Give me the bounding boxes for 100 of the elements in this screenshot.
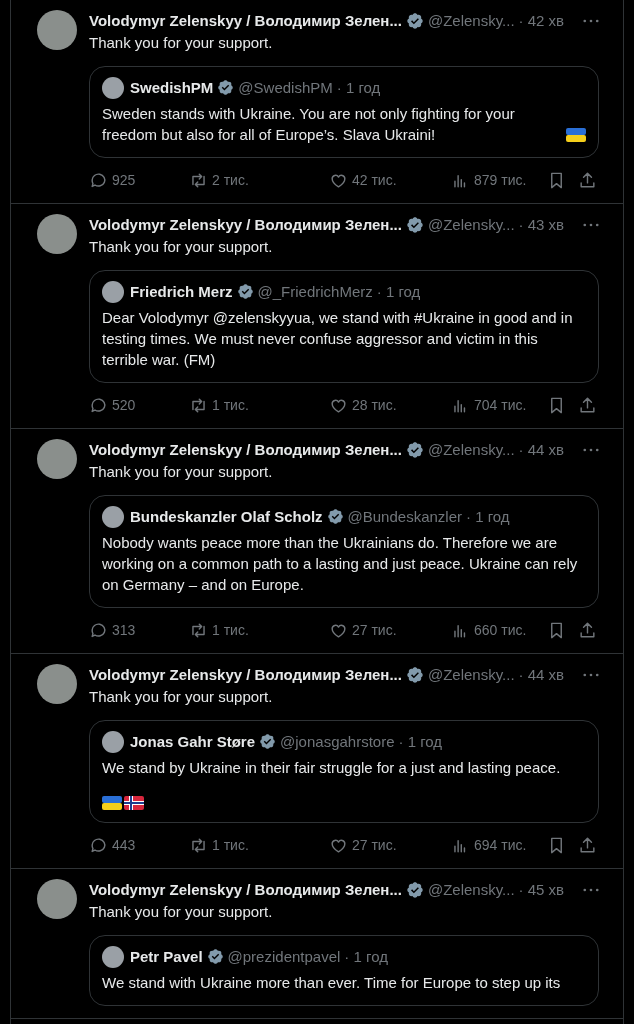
comment-button[interactable]: 925	[89, 170, 136, 191]
more-options-button[interactable]	[583, 448, 599, 453]
comment-icon	[89, 836, 108, 855]
more-icon	[583, 673, 599, 678]
post-text: Thank you for your support.	[89, 32, 274, 53]
repost-icon	[189, 171, 208, 190]
share-button[interactable]	[578, 621, 597, 640]
author-name[interactable]: Volodymyr Zelenskyy / Володимир Зелен...	[89, 439, 402, 462]
post-time: · 1 год	[344, 946, 388, 967]
repost-icon	[189, 621, 208, 640]
share-button[interactable]	[578, 171, 597, 190]
post-text: Thank you for your support.	[89, 236, 274, 257]
share-icon	[578, 621, 597, 640]
share-button[interactable]	[578, 396, 597, 415]
post-text: Thank you for your support.	[89, 686, 274, 707]
share-icon	[578, 171, 597, 190]
avatar	[102, 76, 124, 99]
more-options-button[interactable]	[583, 223, 599, 228]
bar-chart-button[interactable]: 879 тис.	[451, 170, 527, 191]
author-handle[interactable]: @Zelensky...	[427, 439, 515, 462]
repost-button[interactable]: 1 тис.	[189, 395, 249, 416]
quoted-post-text: Dear Volodymyr @zelenskyyua, we stand with #Ukraine in good and in testing times. We must never confuse aggressor and victim in this terrible war. (FM)	[102, 308, 574, 370]
repost-icon	[189, 836, 208, 855]
share-icon	[578, 396, 597, 415]
share-button[interactable]	[578, 836, 597, 855]
author-name: Bundeskanzler Olaf Scholz	[130, 506, 323, 527]
author-name[interactable]: Volodymyr Zelenskyy / Володимир Зелен...	[89, 879, 402, 902]
quoted-post-card[interactable]	[89, 494, 599, 608]
more-options-button[interactable]	[583, 673, 599, 678]
post-time: · 1 год	[376, 281, 421, 302]
more-icon	[583, 223, 599, 228]
quoted-post-text: We stand by Ukraine in their fair struggle for a just and lasting peace.	[102, 758, 562, 778]
bar-chart-button[interactable]: 694 тис.	[451, 835, 527, 856]
quoted-post-card[interactable]: Jonas Gahr Støre @jonasgahrstore · 1 год We stand by Ukraine in their fair struggle for a just and lasting peace.	[89, 719, 599, 823]
author-name: Jonas Gahr Støre	[130, 731, 256, 752]
more-options-button[interactable]	[583, 888, 599, 893]
more-icon	[583, 19, 599, 24]
ukraine-flag-icon	[102, 796, 122, 810]
author-name: Petr Pavel	[130, 946, 203, 967]
post-time[interactable]: · 44 хв	[518, 664, 565, 687]
more-icon	[583, 888, 599, 893]
avatar[interactable]	[37, 214, 77, 254]
quoted-post-card[interactable]: Petr Pavel @prezidentpavel · 1 год We stand with Ukraine more than ever. Time for Europe to step up its	[89, 934, 599, 1006]
avatar[interactable]	[37, 10, 77, 50]
heart-button[interactable]: 27 тис.	[329, 835, 397, 856]
quoted-post-text: We stand with Ukraine more than ever. Time for Europe to step up its	[102, 973, 562, 993]
author-name[interactable]: Volodymyr Zelenskyy / Володимир Зелен...	[89, 214, 402, 237]
post-time[interactable]: · 45 хв	[518, 879, 565, 902]
avatar	[102, 945, 124, 968]
bar-chart-button[interactable]: 704 тис.	[451, 395, 527, 416]
comment-icon	[89, 171, 108, 190]
post-time: · 1 год	[336, 77, 381, 98]
norway-flag-icon	[124, 796, 144, 810]
repost-icon	[189, 396, 208, 415]
post-time[interactable]: · 42 хв	[518, 10, 565, 33]
author-handle: @prezidentpavel	[227, 946, 341, 967]
post-time[interactable]: · 44 хв	[518, 439, 565, 462]
avatar	[102, 730, 124, 753]
post-time: · 1 год	[398, 731, 443, 752]
author-name[interactable]: Volodymyr Zelenskyy / Володимир Зелен...	[89, 664, 402, 687]
author-name: Friedrich Merz	[130, 281, 233, 302]
avatar	[102, 280, 124, 303]
post-time: · 1 год	[466, 506, 510, 527]
bar-chart-button[interactable]: 660 тис.	[451, 620, 527, 641]
quoted-post-text: Sweden stands with Ukraine. You are not only fighting for your freedom but also for all of Europe’s. Slava Ukraini!	[102, 104, 516, 145]
quoted-post-card[interactable]: SwedishPM @SwedishPM · 1 год Sweden stands with Ukraine. You are not only fighting for your freedom but also for all of Europe’s. Slava Ukraini!	[89, 65, 599, 158]
author-name[interactable]: Volodymyr Zelenskyy / Володимир Зелен...	[89, 10, 402, 33]
author-handle[interactable]: @Zelensky...	[427, 214, 515, 237]
quoted-post-text: Nobody wants peace more than the Ukrainians do. Therefore we are working on a common path to a lasting and just peace. Ukraine can rely on Germany – and on Europe.	[102, 533, 579, 595]
author-handle[interactable]: @Zelensky...	[427, 10, 515, 33]
repost-button[interactable]: 1 тис.	[189, 620, 249, 641]
repost-button[interactable]: 1 тис.	[189, 835, 249, 856]
avatar[interactable]	[37, 879, 77, 919]
more-icon	[583, 448, 599, 453]
heart-button[interactable]: 28 тис.	[329, 395, 397, 416]
author-handle[interactable]: @Zelensky...	[427, 664, 515, 687]
comment-button[interactable]: 520	[89, 395, 136, 416]
author-handle: @SwedishPM	[238, 77, 333, 98]
share-icon	[578, 836, 597, 855]
avatar	[102, 505, 124, 528]
heart-button[interactable]: 42 тис.	[329, 170, 397, 191]
post-text: Thank you for your support.	[89, 901, 274, 922]
author-handle: @Bundeskanzler	[347, 506, 462, 527]
comment-icon	[89, 396, 108, 415]
ukraine-flag-icon	[566, 128, 586, 142]
avatar[interactable]	[37, 664, 77, 704]
comment-button[interactable]: 443	[89, 835, 136, 856]
repost-button[interactable]: 2 тис.	[189, 170, 249, 191]
avatar[interactable]	[37, 439, 77, 479]
heart-button[interactable]: 27 тис.	[329, 620, 397, 641]
comment-button[interactable]: 313	[89, 620, 136, 641]
post-time[interactable]: · 43 хв	[518, 214, 565, 237]
comment-icon	[89, 621, 108, 640]
more-options-button[interactable]	[583, 19, 599, 24]
author-name: SwedishPM	[130, 77, 214, 98]
author-handle[interactable]: @Zelensky...	[427, 879, 515, 902]
quoted-post-card[interactable]: Friedrich Merz @_FriedrichMerz · 1 год Dear Volodymyr @zelenskyyua, we stand with #Ukraine in good and in testing times. We must never confuse aggressor and victim in this terrible war. (FM)	[89, 269, 599, 383]
post-text: Thank you for your support.	[89, 461, 274, 482]
author-handle: @_FriedrichMerz	[257, 281, 373, 302]
author-handle: @jonasgahrstore	[280, 731, 395, 752]
